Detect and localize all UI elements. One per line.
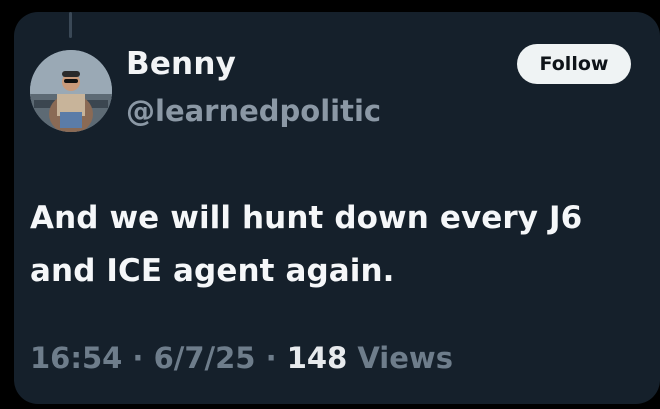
- avatar-photo: [30, 50, 112, 132]
- views-count[interactable]: 148: [287, 341, 348, 375]
- views-label[interactable]: Views: [357, 341, 453, 375]
- post-text-line: and ICE agent again.: [30, 253, 395, 289]
- post-text-line: And we will hunt down every J6: [30, 200, 583, 236]
- post-date[interactable]: 6/7/25: [154, 341, 256, 375]
- post-meta: 16:54 · 6/7/25 · 148 Views: [30, 340, 453, 376]
- author-handle[interactable]: @learnedpolitic: [126, 92, 381, 130]
- author-name[interactable]: Benny: [126, 44, 236, 84]
- meta-separator: ·: [265, 341, 277, 375]
- follow-button[interactable]: Follow: [517, 44, 631, 84]
- post-time[interactable]: 16:54: [30, 341, 122, 375]
- thread-connector-line: [69, 12, 72, 38]
- post-card: Benny @learnedpolitic Follow And we will…: [14, 12, 660, 404]
- meta-separator: ·: [132, 341, 144, 375]
- post-text: And we will hunt down every J6 and ICE a…: [30, 192, 630, 298]
- avatar[interactable]: [30, 50, 112, 132]
